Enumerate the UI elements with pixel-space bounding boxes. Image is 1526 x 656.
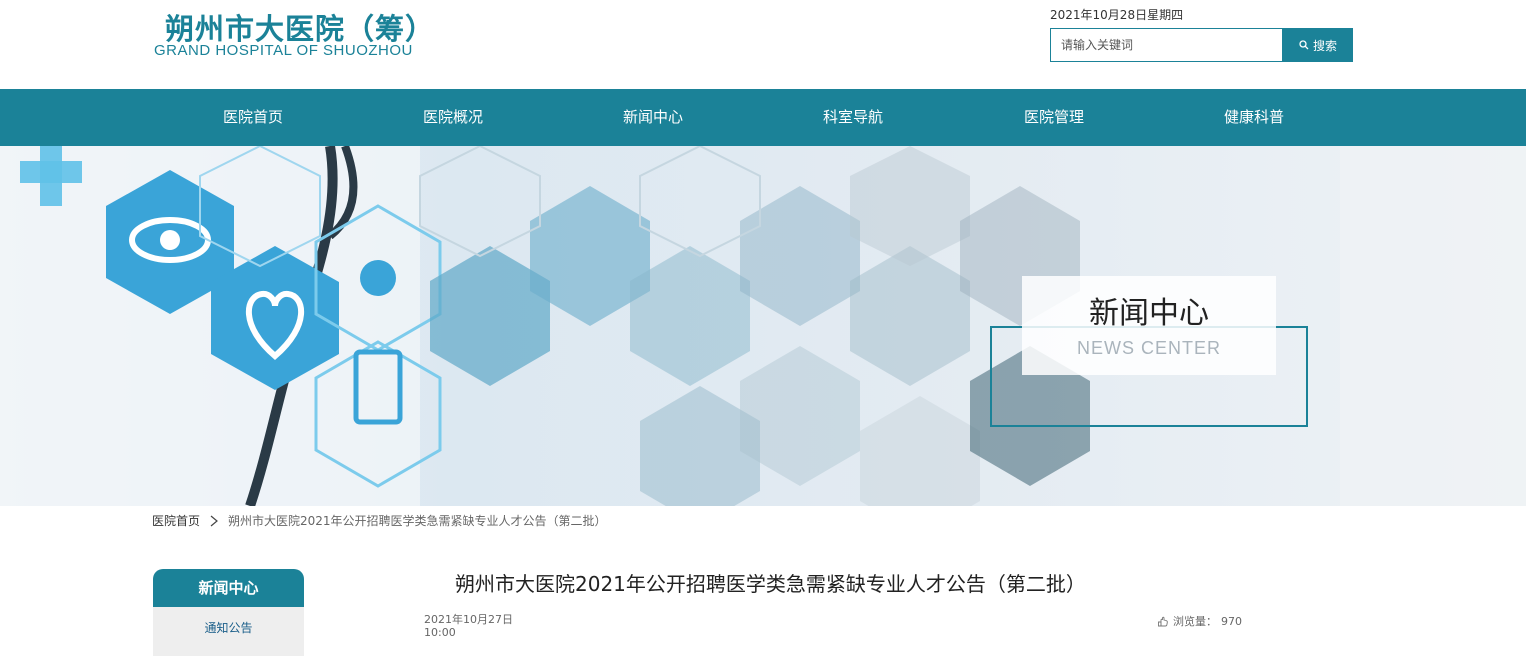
search-button-label: 搜索	[1312, 38, 1337, 53]
article-date: 2021年10月27日 10:00	[424, 613, 524, 639]
nav-item-departments[interactable]: 科室导航	[793, 89, 913, 146]
chevron-right-icon	[210, 515, 218, 526]
hand-pointer-icon	[1158, 616, 1168, 627]
view-count: 浏览量： 970	[1157, 613, 1242, 629]
nav-item-home[interactable]: 医院首页	[193, 89, 313, 146]
main-nav: 医院首页 医院概况 新闻中心 科室导航 医院管理 健康科普	[0, 89, 1526, 146]
site-header: 朔州市大医院（筹） GRAND HOSPITAL OF SHUOZHOU 202…	[0, 0, 1526, 89]
article-date-day: 2021年10月27日	[424, 613, 513, 626]
nav-item-health[interactable]: 健康科普	[1194, 89, 1314, 146]
banner-title: 新闻中心	[1089, 296, 1209, 331]
article-title: 朔州市大医院2021年公开招聘医学类急需紧缺专业人才公告（第二批）	[455, 572, 1086, 596]
nav-item-overview[interactable]: 医院概况	[393, 89, 513, 146]
search-button[interactable]: 搜索	[1283, 28, 1353, 62]
logo-subtitle: GRAND HOSPITAL OF SHUOZHOU	[154, 42, 413, 59]
view-count-value: 970	[1221, 614, 1242, 628]
breadcrumb-home[interactable]: 医院首页	[152, 512, 200, 529]
banner-subtitle: NEWS CENTER	[1076, 338, 1221, 358]
nav-item-management[interactable]: 医院管理	[994, 89, 1114, 146]
banner: 新闻中心 NEWS CENTER	[0, 146, 1526, 506]
search-input[interactable]: 请输入关键词	[1050, 28, 1283, 62]
breadcrumb-current: 朔州市大医院2021年公开招聘医学类急需紧缺专业人才公告（第二批）	[228, 514, 607, 528]
article-date-time: 10:00	[424, 626, 456, 639]
nav-item-news[interactable]: 新闻中心	[593, 89, 713, 146]
breadcrumb: 医院首页 朔州市大医院2021年公开招聘医学类急需紧缺专业人才公告（第二批）	[152, 512, 607, 529]
search-icon	[1299, 40, 1309, 50]
view-count-label: 浏览量：	[1173, 615, 1217, 628]
sidebar-item-notices[interactable]: 通知公告	[153, 607, 304, 656]
current-date: 2021年10月28日星期四	[1050, 8, 1184, 22]
banner-title-box: 新闻中心 NEWS CENTER	[1022, 276, 1276, 375]
sidebar-heading: 新闻中心	[153, 569, 304, 607]
